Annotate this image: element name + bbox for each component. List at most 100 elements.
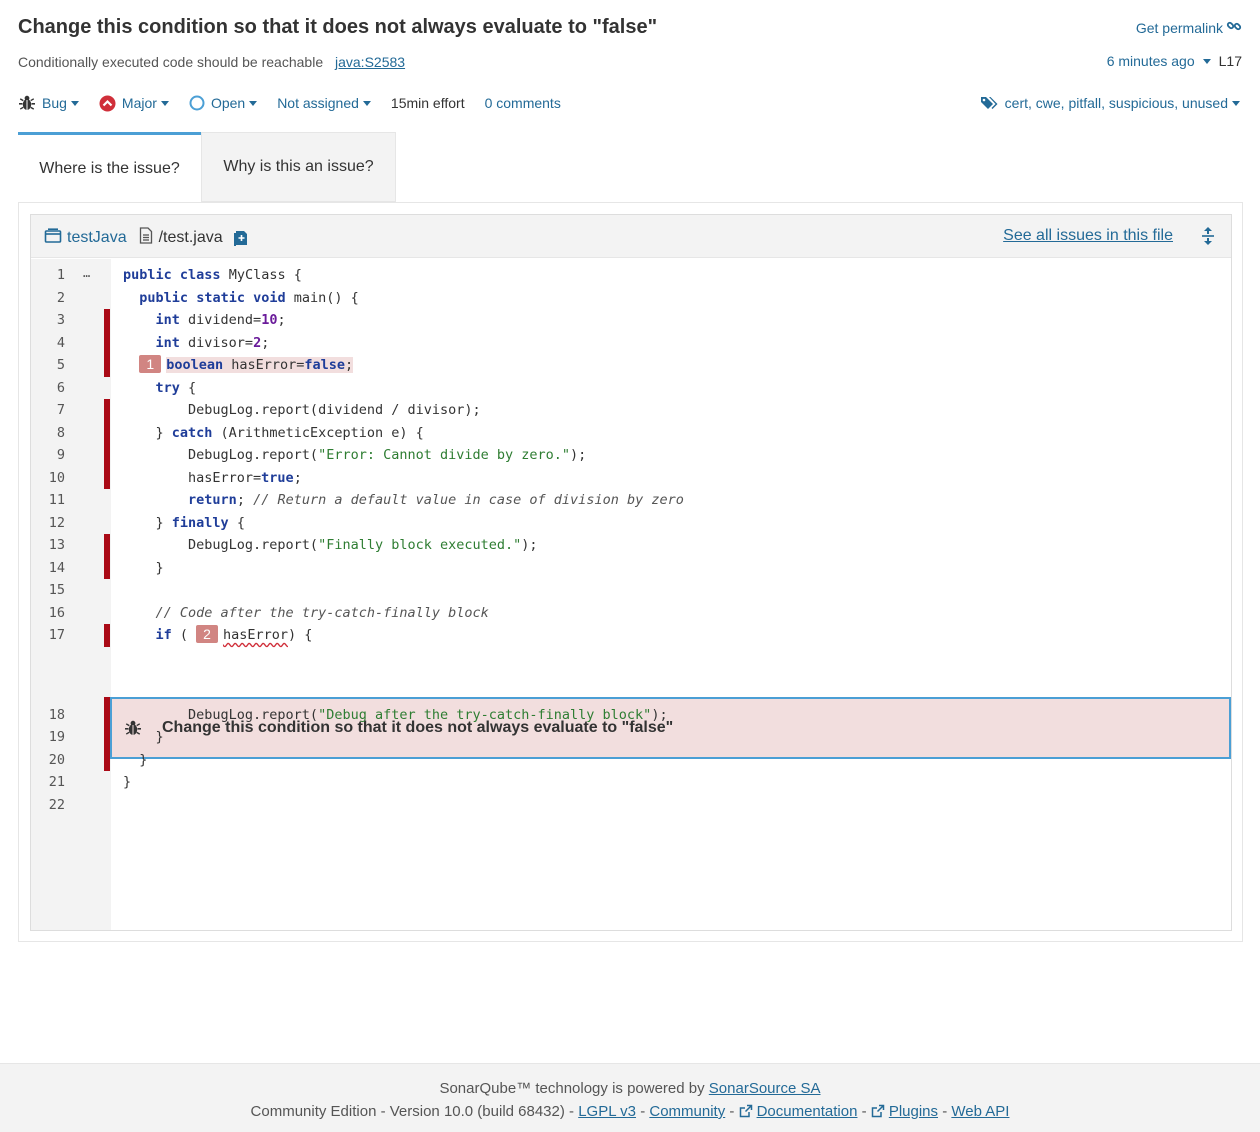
line-number[interactable]: 21 <box>31 771 65 794</box>
link-icon <box>1226 18 1242 37</box>
severity-dropdown[interactable]: Major <box>99 95 169 112</box>
scm-bar[interactable] <box>104 444 110 467</box>
code-text: } <box>123 751 148 768</box>
scm-bar[interactable] <box>104 466 110 489</box>
edition-text: Community Edition - Version 10.0 (build … <box>250 1103 575 1120</box>
code-text: } <box>123 774 132 790</box>
bug-icon <box>18 94 36 112</box>
copy-path-icon[interactable] <box>233 229 249 247</box>
scm-bar[interactable] <box>104 748 110 771</box>
line-number[interactable]: 4 <box>31 332 65 355</box>
primary-location-marker[interactable]: 2 <box>196 625 218 643</box>
secondary-location-marker[interactable]: 1 <box>139 355 162 373</box>
code-line: 20 } <box>31 748 1231 772</box>
separator: - <box>729 1103 735 1120</box>
scm-bar[interactable] <box>104 556 110 579</box>
line-number[interactable]: 10 <box>31 467 65 490</box>
code-line: 10 hasError=true; <box>31 466 1231 490</box>
code-text: if ( 2 hasError) { <box>155 625 313 643</box>
get-permalink-link[interactable]: Get permalink <box>1136 18 1242 37</box>
status-dropdown[interactable]: Open <box>189 95 258 111</box>
tags-label: cert, cwe, pitfall, suspicious, unused <box>1004 95 1228 111</box>
line-number[interactable]: 1 <box>31 264 65 287</box>
web-api-link[interactable]: Web API <box>951 1103 1009 1120</box>
line-number[interactable]: 3 <box>31 309 65 332</box>
line-number[interactable]: 5 <box>31 354 65 377</box>
scm-bar[interactable] <box>104 534 110 557</box>
rule-key-link[interactable]: java:S2583 <box>335 54 405 70</box>
sonarsource-link[interactable]: SonarSource SA <box>709 1080 821 1097</box>
issue-properties: Bug Major Open Not assigned 15min effort… <box>18 94 581 112</box>
line-number[interactable]: 18 <box>31 704 65 727</box>
scm-bar[interactable] <box>104 331 110 354</box>
separator: - <box>861 1103 867 1120</box>
line-number[interactable]: 13 <box>31 534 65 557</box>
scm-bar[interactable] <box>104 703 110 726</box>
code-line: 22 <box>31 794 1231 817</box>
code-text: DebugLog.report("Error: Cannot divide by… <box>123 447 587 463</box>
project-link[interactable]: testJava <box>44 227 127 249</box>
line-number[interactable]: 22 <box>31 794 65 817</box>
chevron-down-icon <box>249 100 258 106</box>
code-line: 9 DebugLog.report("Error: Cannot divide … <box>31 444 1231 467</box>
scm-bar[interactable] <box>104 421 110 444</box>
code-line: 19 } <box>31 726 1231 749</box>
code-line: 15 <box>31 579 1231 602</box>
source-viewer: testJava /test.java See all issues in th… <box>30 214 1232 931</box>
permalink-label: Get permalink <box>1135 19 1223 36</box>
code-line: 12 } finally { <box>31 512 1231 535</box>
chevron-down-icon <box>70 100 79 106</box>
scm-bar[interactable] <box>104 624 110 647</box>
scm-bar[interactable] <box>104 309 110 332</box>
chevron-down-icon <box>160 100 169 106</box>
line-number[interactable]: 9 <box>31 444 65 467</box>
issue-type-dropdown[interactable]: Bug <box>18 94 79 112</box>
line-number[interactable]: 6 <box>31 377 65 400</box>
scm-bar[interactable] <box>104 399 110 422</box>
line-options-icon[interactable]: … <box>83 264 90 282</box>
line-number[interactable]: 20 <box>31 749 65 772</box>
lgpl-link[interactable]: LGPL v3 <box>578 1103 636 1120</box>
line-number[interactable]: 14 <box>31 557 65 580</box>
line-number[interactable]: 19 <box>31 726 65 749</box>
issue-age: 6 minutes ago <box>1106 53 1195 69</box>
code-text: DebugLog.report("Finally block executed.… <box>123 537 538 553</box>
community-link[interactable]: Community <box>649 1103 725 1120</box>
tags-dropdown[interactable]: cert, cwe, pitfall, suspicious, unused <box>980 95 1240 111</box>
line-number[interactable]: 16 <box>31 602 65 625</box>
issue-age-dropdown[interactable]: 6 minutes ago <box>1107 53 1211 69</box>
code-line: 8 } catch (ArithmeticException e) { <box>31 421 1231 445</box>
external-link-icon <box>739 1104 753 1118</box>
code-line: 2 public static void main() { <box>31 287 1231 310</box>
line-number[interactable]: 15 <box>31 579 65 602</box>
comments-link[interactable]: 0 comments <box>485 95 561 111</box>
effort: 15min effort <box>390 95 465 111</box>
tab-where-is-the-issue[interactable]: Where is the issue? <box>18 132 201 202</box>
code-text: // Code after the try-catch-finally bloc… <box>155 604 489 621</box>
line-number[interactable]: 7 <box>31 399 65 422</box>
plugins-link[interactable]: Plugins <box>889 1103 938 1120</box>
code-text: public class MyClass { <box>123 267 302 283</box>
line-number[interactable]: 2 <box>31 287 65 310</box>
line-number[interactable]: 12 <box>31 512 65 535</box>
line-number[interactable]: 11 <box>31 489 65 512</box>
code-text: public static void main() { <box>139 289 359 306</box>
tab-why-is-this-an-issue[interactable]: Why is this an issue? <box>201 132 396 202</box>
documentation-link[interactable]: Documentation <box>757 1103 858 1120</box>
line-number[interactable]: 17 <box>31 624 65 647</box>
issue-title: Change this condition so that it does no… <box>18 16 658 38</box>
code-text: } <box>123 729 164 745</box>
chevron-down-icon <box>362 100 371 106</box>
code-line: 16 // Code after the try-catch-finally b… <box>31 602 1231 625</box>
code-text: int divisor=2; <box>155 334 270 351</box>
scm-bar[interactable] <box>104 354 110 377</box>
expand-icon[interactable] <box>1201 227 1215 245</box>
code-text: DebugLog.report("Debug after the try-cat… <box>123 706 668 723</box>
powered-by-text: SonarQube™ technology is powered by <box>439 1080 705 1097</box>
line-number[interactable]: 8 <box>31 422 65 445</box>
see-all-issues-link[interactable]: See all issues in this file <box>1003 227 1173 245</box>
assignee-dropdown[interactable]: Not assigned <box>277 95 371 111</box>
code-line: 1 … public class MyClass { <box>31 264 1231 287</box>
issue-type-label: Bug <box>42 95 67 111</box>
code-line: 3 int dividend=10; <box>31 309 1231 332</box>
